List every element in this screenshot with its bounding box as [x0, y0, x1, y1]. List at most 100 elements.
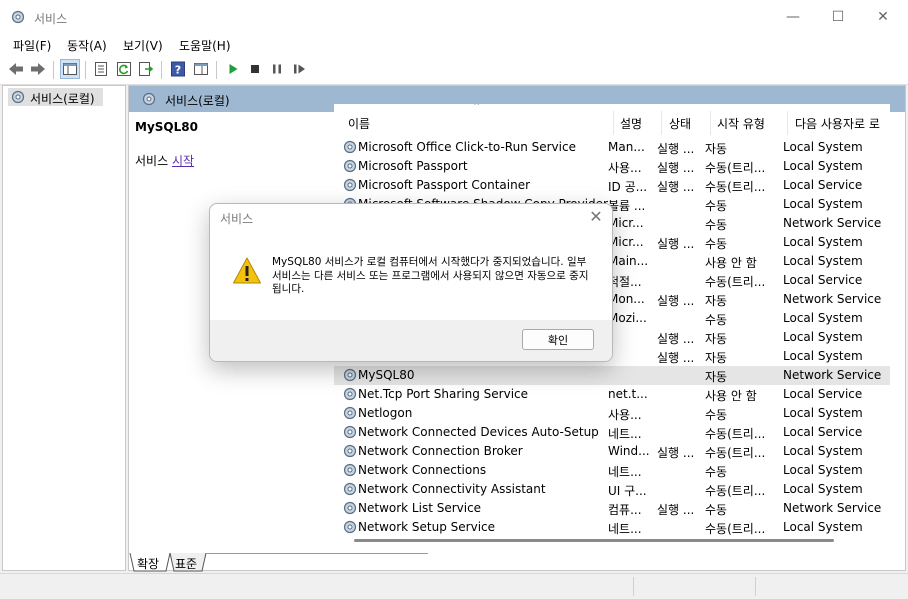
start-service-link[interactable]: 시작: [172, 154, 194, 168]
service-gear-icon: [343, 425, 357, 439]
service-row[interactable]: Network Connectivity Assistant UI 구... 수동(…: [334, 480, 890, 499]
column-header-description[interactable]: 설명: [620, 115, 642, 132]
export-list-icon[interactable]: [137, 60, 155, 78]
service-gear-icon: [343, 140, 357, 154]
service-name: Network Setup Service: [358, 520, 496, 534]
properties-icon[interactable]: [92, 60, 110, 78]
service-gear-icon: [343, 406, 357, 420]
service-row[interactable]: Network List Service 컴퓨... 실행 ... 수동 Network…: [334, 499, 890, 518]
service-desc: 네트...: [608, 522, 642, 536]
service-logon: Local Service: [783, 178, 863, 192]
service-action-text: 서비스 시작: [135, 152, 194, 169]
service-desc: Man...: [608, 140, 645, 154]
service-startup: 사용 안 함: [705, 256, 757, 270]
console-tree-icon[interactable]: [60, 59, 80, 79]
service-row[interactable]: Netlogon 사용... 수동 Local System: [334, 404, 890, 423]
tab-standard[interactable]: 표준: [175, 555, 197, 572]
close-icon: ✕: [877, 9, 889, 25]
ok-button[interactable]: 확인: [522, 329, 594, 350]
menu-file[interactable]: 파일(F): [13, 37, 51, 54]
service-startup: 자동: [705, 370, 728, 384]
service-row[interactable]: MySQL80 자동 Network Service: [334, 366, 890, 385]
service-gear-icon: [343, 178, 357, 192]
restart-service-icon[interactable]: [290, 60, 308, 78]
service-logon: Network Service: [783, 216, 882, 230]
service-row[interactable]: Network Setup Service 네트... 수동(트리... Local …: [334, 518, 890, 537]
service-logon: Local Service: [783, 425, 863, 439]
column-divider[interactable]: [787, 111, 788, 135]
service-logon: Local System: [783, 520, 863, 534]
service-desc: 적절...: [608, 275, 642, 289]
service-row[interactable]: Microsoft Passport Container ID 공... 실행 ..…: [334, 176, 890, 195]
horizontal-scrollbar[interactable]: [354, 539, 834, 542]
service-desc: 컴퓨...: [608, 503, 642, 517]
menu-help[interactable]: 도움말(H): [179, 37, 231, 54]
toolbar: ?: [0, 56, 908, 85]
services-gear-icon: [142, 92, 156, 106]
service-row[interactable]: Network Connection Broker Wind... 실행 ... 수동…: [334, 442, 890, 461]
service-gear-icon: [343, 501, 357, 515]
service-row[interactable]: Net.Tcp Port Sharing Service net.t... 사용 안…: [334, 385, 890, 404]
stop-service-icon[interactable]: [246, 60, 264, 78]
column-header-startup-type[interactable]: 시작 유형: [717, 115, 765, 132]
service-status: 실행 ...: [657, 503, 695, 517]
close-button[interactable]: ✕: [860, 0, 906, 34]
view-tabs: [129, 553, 428, 572]
back-arrow-icon[interactable]: [7, 60, 25, 78]
sort-ascending-icon: ⌃: [472, 104, 482, 113]
show-hide-action-pane-icon[interactable]: [192, 60, 210, 78]
service-row[interactable]: Microsoft Office Click-to-Run Service Man…: [334, 138, 890, 157]
column-header-log-on-as[interactable]: 다음 사용자로 로: [795, 115, 890, 132]
service-name: Net.Tcp Port Sharing Service: [358, 387, 529, 401]
services-gear-icon: [11, 90, 25, 104]
status-bar-divider: [633, 577, 634, 596]
service-startup: 수동(트리...: [705, 484, 766, 498]
service-desc: Main...: [608, 254, 649, 268]
pane-header-title: 서비스(로컬): [165, 94, 230, 108]
tree-item-label: 서비스(로컬): [30, 92, 95, 106]
service-status: 실행 ...: [657, 180, 695, 194]
dialog-body: MySQL80 서비스가 로컬 컴퓨터에서 시작했다가 중지되었습니다. 일부 …: [210, 234, 612, 320]
menu-bar: 파일(F) 동작(A) 보기(V) 도움말(H): [0, 34, 908, 56]
service-logon: Local System: [783, 406, 863, 420]
help-icon[interactable]: ?: [169, 60, 187, 78]
service-logon: Local System: [783, 330, 863, 344]
column-header-name[interactable]: 이름: [348, 115, 370, 132]
column-divider[interactable]: [710, 111, 711, 135]
forward-arrow-icon[interactable]: [29, 60, 47, 78]
service-startup: 수동: [705, 199, 728, 213]
toolbar-separator: [53, 61, 54, 79]
pause-service-icon[interactable]: [268, 60, 286, 78]
maximize-button[interactable]: ☐: [815, 0, 861, 34]
service-name: Microsoft Passport: [358, 159, 468, 173]
service-logon: Local System: [783, 159, 863, 173]
service-startup: 수동(트리...: [705, 180, 766, 194]
tab-extended[interactable]: 확장: [137, 555, 159, 572]
service-gear-icon: [343, 387, 357, 401]
service-startup: 자동: [705, 332, 728, 346]
service-row[interactable]: Network Connections 네트... 수동 Local System: [334, 461, 890, 480]
service-gear-icon: [343, 463, 357, 477]
service-logon: Local System: [783, 311, 863, 325]
service-desc: 네트...: [608, 427, 642, 441]
service-name: Microsoft Office Click-to-Run Service: [358, 140, 576, 154]
menu-view[interactable]: 보기(V): [123, 37, 163, 54]
service-row[interactable]: Microsoft Passport 사용... 실행 ... 수동(트리... Loc…: [334, 157, 890, 176]
refresh-icon[interactable]: [115, 60, 133, 78]
service-gear-icon: [343, 444, 357, 458]
menu-action[interactable]: 동작(A): [67, 37, 107, 54]
service-gear-icon: [343, 482, 357, 496]
column-divider[interactable]: [613, 111, 614, 135]
service-action-prefix: 서비스: [135, 154, 169, 168]
start-service-icon[interactable]: [224, 60, 242, 78]
column-header-status[interactable]: 상태: [669, 115, 691, 132]
column-divider[interactable]: [661, 111, 662, 135]
service-gear-icon: [343, 520, 357, 534]
service-status: 실행 ...: [657, 294, 695, 308]
service-row[interactable]: Network Connected Devices Auto-Setup 네트..…: [334, 423, 890, 442]
service-startup: 수동(트리...: [705, 446, 766, 460]
service-startup: 자동: [705, 351, 728, 365]
minimize-button[interactable]: —: [770, 0, 816, 34]
dialog-close-button[interactable]: ✕: [586, 207, 606, 227]
tree-item-services-local[interactable]: 서비스(로컬): [8, 88, 103, 106]
